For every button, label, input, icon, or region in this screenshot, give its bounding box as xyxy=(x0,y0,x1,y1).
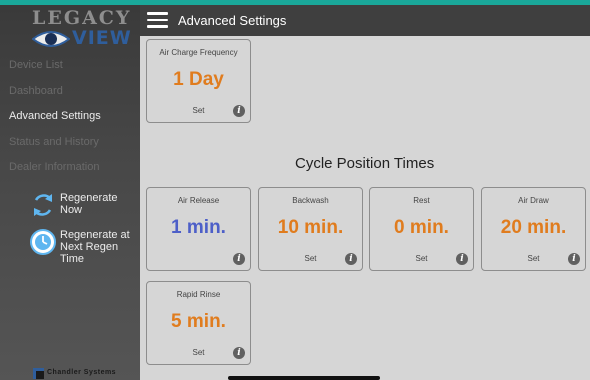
sidebar-nav: Device List Dashboard Advanced Settings … xyxy=(0,53,140,181)
regenerate-now-label: Regenerate Now xyxy=(60,192,118,216)
sidebar-item-dealer-information[interactable]: Dealer Information xyxy=(0,155,140,181)
sidebar-item-device-list[interactable]: Device List xyxy=(0,53,140,79)
sidebar: LEGACY VIEW Device List Dashboard Advanc… xyxy=(0,5,140,380)
page-title: Advanced Settings xyxy=(178,13,287,28)
card-value: 20 min. xyxy=(500,217,567,238)
sidebar-item-advanced-settings[interactable]: Advanced Settings xyxy=(0,104,140,130)
rest-card[interactable]: Rest 0 min. Set i xyxy=(369,187,474,271)
card-title: Air Draw xyxy=(518,196,549,205)
card-title: Backwash xyxy=(292,196,329,205)
hamburger-menu-icon[interactable] xyxy=(147,12,168,28)
info-icon[interactable]: i xyxy=(233,253,245,265)
logo-top-text: LEGACY xyxy=(32,7,132,29)
cycle-position-times-title: Cycle Position Times xyxy=(295,155,435,172)
card-value: 1 min. xyxy=(171,217,226,238)
info-icon[interactable]: i xyxy=(345,253,357,265)
regenerate-next-time-label: Regenerate at Next Regen Time xyxy=(60,229,130,265)
card-value: 10 min. xyxy=(277,217,344,238)
info-icon[interactable]: i xyxy=(233,105,245,117)
info-icon[interactable]: i xyxy=(568,253,580,265)
sidebar-item-dashboard[interactable]: Dashboard xyxy=(0,79,140,105)
chandler-systems-brand: Chandler Systems xyxy=(33,367,141,380)
regenerate-now-icon xyxy=(34,194,52,216)
chandler-logo-icon xyxy=(33,368,44,379)
air-draw-card[interactable]: Air Draw 20 min. Set i xyxy=(481,187,586,271)
sidebar-item-status-and-history[interactable]: Status and History xyxy=(0,130,140,156)
eye-logo-icon xyxy=(32,31,70,47)
legacy-view-logo: LEGACY VIEW xyxy=(26,7,140,51)
top-header: Advanced Settings xyxy=(140,5,590,36)
brand-text: Chandler Systems xyxy=(47,369,117,376)
card-title: Air Charge Frequency xyxy=(159,48,238,57)
card-title: Rest xyxy=(413,196,430,205)
regenerate-later-clock-icon xyxy=(30,229,56,255)
card-title: Rapid Rinse xyxy=(176,290,221,299)
info-icon[interactable]: i xyxy=(456,253,468,265)
card-value: 5 min. xyxy=(171,311,226,332)
card-value: 1 Day xyxy=(173,69,224,90)
air-release-card[interactable]: Air Release 1 min. i xyxy=(146,187,251,271)
card-title: Air Release xyxy=(177,196,220,205)
info-icon[interactable]: i xyxy=(233,347,245,359)
backwash-card[interactable]: Backwash 10 min. Set i xyxy=(258,187,363,271)
app-window: LEGACY VIEW Device List Dashboard Advanc… xyxy=(0,5,590,380)
logo-bottom-text: VIEW xyxy=(72,27,132,49)
card-value: 0 min. xyxy=(394,217,449,238)
rapid-rinse-card[interactable]: Rapid Rinse 5 min. Set i xyxy=(146,281,251,365)
home-indicator[interactable] xyxy=(228,376,380,380)
regenerate-now-button[interactable]: Regenerate Now xyxy=(0,192,140,228)
air-charge-frequency-card[interactable]: Air Charge Frequency 1 Day Set i xyxy=(146,39,251,123)
regenerate-next-time-button[interactable]: Regenerate at Next Regen Time xyxy=(0,229,140,265)
